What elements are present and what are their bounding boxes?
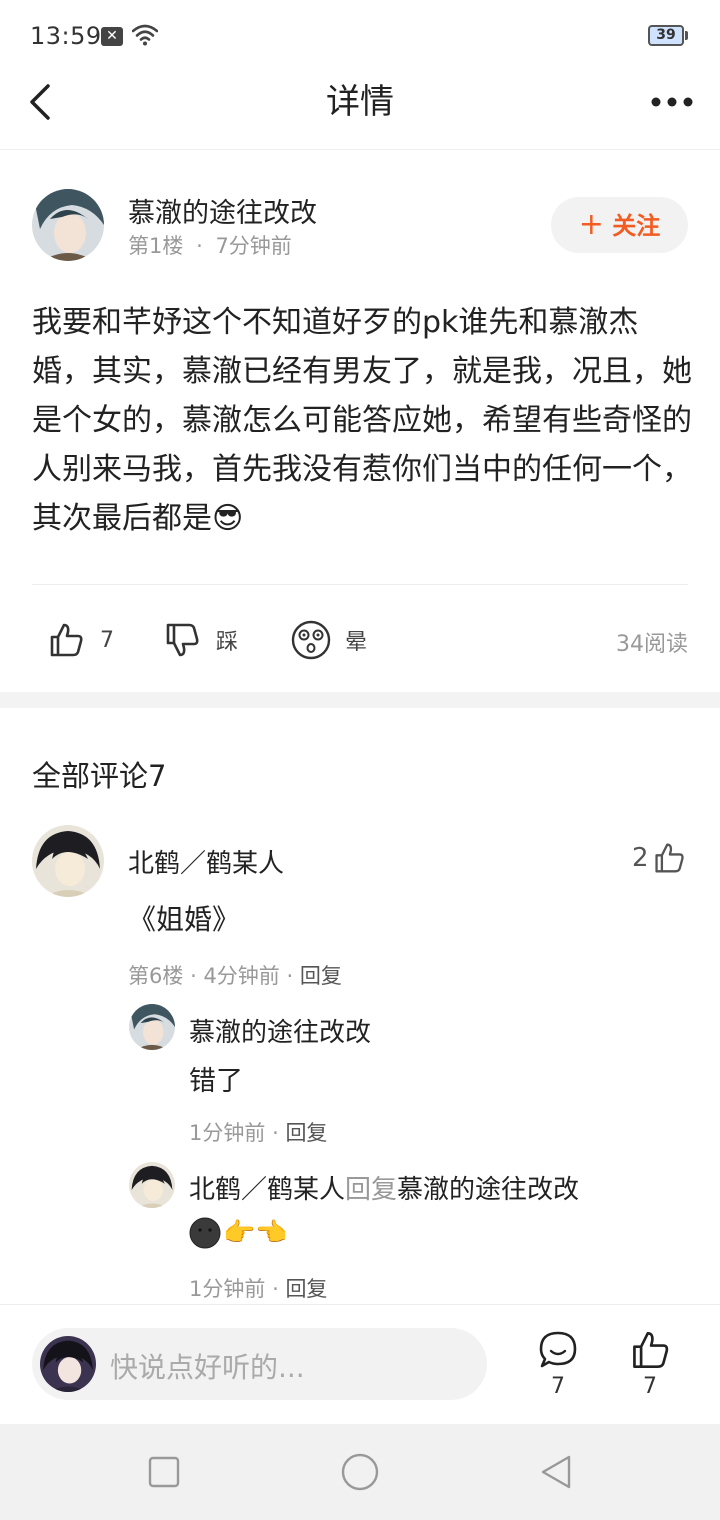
reply-author-name[interactable]: 慕澈的途往改改 — [189, 1012, 371, 1049]
like-icon — [633, 1332, 669, 1368]
like-icon — [50, 623, 83, 657]
reply-meta: 1分钟前 · 回复 — [189, 1117, 327, 1147]
section-divider — [0, 692, 720, 708]
comment-floor: 第6楼 — [128, 964, 184, 988]
post-meta: 第1楼 · 7分钟前 — [128, 230, 292, 260]
reply-meta: 1分钟前 · 回复 — [189, 1273, 327, 1303]
reply-to-name[interactable]: 慕澈的途往改改 — [397, 1175, 579, 1205]
plus-icon: + — [578, 207, 604, 242]
post-content: 我要和芊妤这个不知道好歹的pk谁先和慕澈杰婚，其实，慕澈已经有男友了，就是我，况… — [32, 298, 692, 543]
reply-link[interactable]: 回复 — [285, 1277, 327, 1301]
meta-separator: · — [272, 1121, 279, 1145]
like-count: 7 — [643, 1374, 657, 1399]
comment-icon — [539, 1331, 577, 1368]
page-title: 详情 — [326, 82, 394, 122]
meta-separator: · — [272, 1277, 279, 1301]
dislike-icon — [166, 623, 199, 657]
comment-like-count: 2 — [632, 843, 649, 873]
dark-face-emoji — [189, 1217, 221, 1249]
pointing-emojis: 👉👈 — [223, 1218, 288, 1248]
post-text: 我要和芊妤这个不知道好歹的pk谁先和慕澈杰婚，其实，慕澈已经有男友了，就是我，况… — [32, 305, 692, 536]
like-button[interactable]: 7 — [48, 620, 114, 660]
meta-separator: · — [196, 234, 203, 258]
dizzy-button[interactable]: 晕 — [291, 620, 367, 660]
reply-emoji-row: 👉👈 — [189, 1216, 288, 1250]
reply-author-avatar[interactable] — [129, 1004, 175, 1050]
follow-button[interactable]: + 关注 — [551, 197, 688, 253]
comment-time: 4分钟前 — [203, 964, 280, 988]
divider — [32, 584, 688, 585]
comment-input-placeholder[interactable]: 快说点好听的... — [110, 1346, 305, 1386]
post-floor: 第1楼 — [128, 234, 184, 258]
reply-link[interactable]: 回复 — [300, 964, 342, 988]
follow-label: 关注 — [612, 212, 661, 240]
post-author-avatar[interactable] — [32, 189, 104, 261]
status-time: 13:59 — [30, 22, 102, 50]
reply-time: 1分钟前 — [189, 1277, 266, 1301]
notification-icon: ✕ — [101, 27, 123, 46]
reply-time: 1分钟前 — [189, 1121, 266, 1145]
like-post-button[interactable]: 7 — [630, 1330, 670, 1399]
comment-count-button[interactable]: 7 — [538, 1330, 578, 1399]
comment-author-name[interactable]: 北鹤／鹤某人 — [128, 843, 284, 880]
comments-title: 全部评论7 — [32, 759, 167, 793]
reply-word: 回复 — [345, 1175, 398, 1205]
dislike-button[interactable]: 踩 — [164, 620, 238, 660]
comment-author-avatar[interactable] — [32, 825, 104, 897]
like-icon — [654, 843, 684, 873]
more-icon[interactable] — [648, 90, 696, 114]
meta-separator: · — [190, 964, 197, 988]
dizzy-icon — [291, 620, 331, 660]
reply-header: 北鹤／鹤某人回复慕澈的途往改改 — [189, 1169, 579, 1206]
comment-count: 7 — [551, 1374, 565, 1399]
reply-author-avatar[interactable] — [129, 1162, 175, 1208]
nav-square-icon[interactable] — [148, 1456, 180, 1488]
reply-text: 错了 — [189, 1066, 243, 1097]
like-count: 7 — [100, 627, 114, 653]
post-author-name[interactable]: 慕澈的途往改改 — [128, 191, 317, 230]
sunglasses-emoji: 😎 — [212, 501, 244, 536]
nav-back-triangle-icon[interactable] — [538, 1454, 574, 1490]
read-count: 34阅读 — [616, 632, 688, 657]
current-user-avatar — [40, 1336, 96, 1392]
dislike-label: 踩 — [216, 630, 239, 655]
post-time: 7分钟前 — [215, 234, 292, 258]
battery-tip — [685, 31, 688, 40]
reply-link[interactable]: 回复 — [285, 1121, 327, 1145]
comment-text: 《姐婚》 — [128, 903, 241, 936]
reply-author-name[interactable]: 北鹤／鹤某人 — [189, 1175, 345, 1205]
battery-indicator: 39 — [648, 25, 684, 46]
dizzy-label: 晕 — [345, 630, 368, 655]
nav-circle-icon[interactable] — [340, 1452, 380, 1492]
meta-separator: · — [286, 964, 294, 988]
wifi-icon — [132, 24, 158, 46]
comment-like-button[interactable]: 2 — [632, 842, 685, 874]
comment-meta: 第6楼 · 4分钟前 · 回复 — [128, 960, 342, 990]
